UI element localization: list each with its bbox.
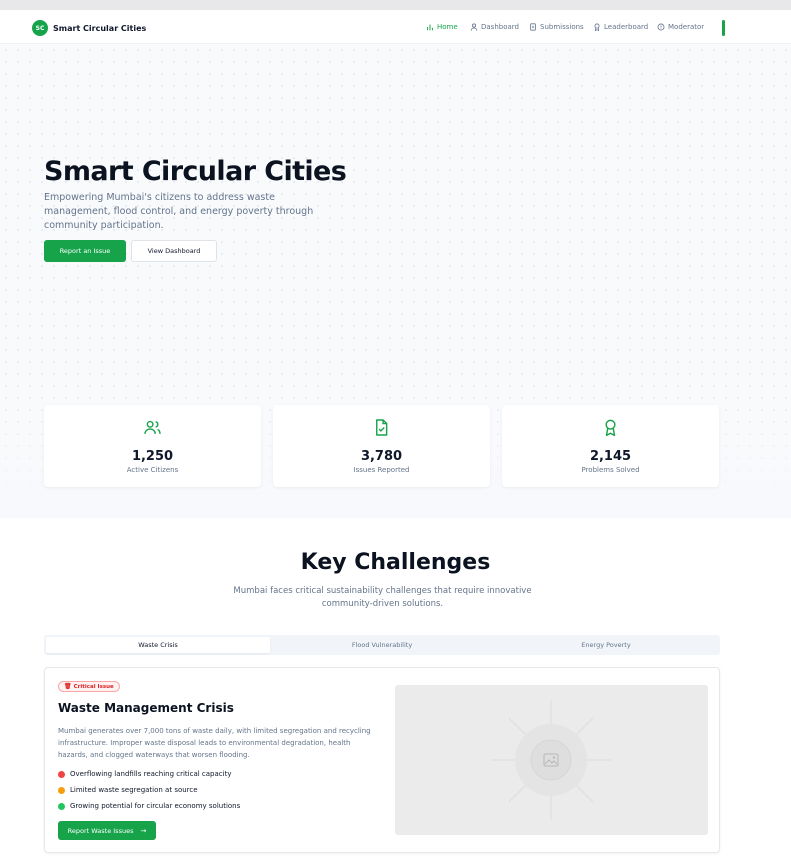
badge-label: Critical Issue xyxy=(73,683,114,690)
critical-issue-badge: 🗑 Critical Issue xyxy=(58,681,120,692)
arrow-right-icon: → xyxy=(140,826,147,835)
nav-item-label: Dashboard xyxy=(481,23,519,31)
stat-value: 2,145 xyxy=(589,449,632,464)
report-issue-button[interactable]: Report an Issue xyxy=(44,240,126,262)
bullet-item: Limited waste segregation at source xyxy=(58,786,198,794)
brand[interactable]: SC Smart Circular Cities xyxy=(32,20,146,36)
button-label: Report Waste Issues xyxy=(67,826,134,835)
nav-item-dashboard[interactable]: Dashboard xyxy=(470,23,519,31)
user-icon xyxy=(470,23,478,31)
bullet-item: Growing potential for circular economy s… xyxy=(58,802,240,810)
stat-card-citizens: 1,250 Active Citizens xyxy=(44,405,261,487)
hero-subtitle: Empowering Mumbai's citizens to address … xyxy=(44,192,314,231)
card-title: Waste Management Crisis xyxy=(58,701,234,715)
navbar: SC Smart Circular Cities Home Dashboard … xyxy=(0,10,791,44)
nav-item-label: Leaderboard xyxy=(604,23,649,31)
bullet-text: Growing potential for circular economy s… xyxy=(70,802,241,810)
users-icon xyxy=(144,420,161,434)
status-dot-red xyxy=(58,770,65,778)
award-icon xyxy=(594,23,600,31)
challenges-title: Key Challenges xyxy=(300,550,491,575)
stat-label: Issues Reported xyxy=(353,466,410,474)
challenge-tabs: Waste Crisis Flood Vulnerability Energy … xyxy=(44,635,720,655)
menu-toggle[interactable] xyxy=(722,20,725,36)
nav-item-home[interactable]: Home xyxy=(426,23,458,31)
shield-icon xyxy=(657,23,665,31)
file-check-icon xyxy=(376,419,388,436)
brand-logo: SC xyxy=(32,20,48,36)
document-icon xyxy=(530,23,536,31)
bullet-text: Overflowing landfills reaching critical … xyxy=(70,770,232,778)
tab-flood-vulnerability[interactable]: Flood Vulnerability xyxy=(270,637,494,653)
image-placeholder-icon xyxy=(491,700,611,820)
stat-label: Active Citizens xyxy=(126,466,179,474)
nav-item-label: Submissions xyxy=(540,23,584,31)
nav-item-moderator[interactable]: Moderator xyxy=(657,23,704,31)
stat-label: Problems Solved xyxy=(581,466,640,474)
nav-item-submissions[interactable]: Submissions xyxy=(529,23,584,31)
stat-card-issues: 3,780 Issues Reported xyxy=(273,405,490,487)
brand-name: Smart Circular Cities xyxy=(53,23,147,33)
nav-item-leaderboard[interactable]: Leaderboard xyxy=(593,23,648,31)
view-dashboard-button[interactable]: View Dashboard xyxy=(131,240,217,262)
stat-value: 1,250 xyxy=(131,449,174,464)
tab-waste-crisis[interactable]: Waste Crisis xyxy=(46,637,270,653)
award-icon xyxy=(605,419,616,437)
status-dot-green xyxy=(58,802,65,810)
bullet-text: Limited waste segregation at source xyxy=(70,786,198,794)
stat-value: 3,780 xyxy=(360,449,403,464)
nav-item-label: Home xyxy=(437,23,458,31)
bullet-item: Overflowing landfills reaching critical … xyxy=(58,770,231,778)
hero-title: Smart Circular Cities xyxy=(44,156,347,187)
challenge-image xyxy=(395,685,708,835)
report-waste-issues-button[interactable]: Report Waste Issues → xyxy=(58,821,156,840)
challenges-subtitle: Mumbai faces critical sustainability cha… xyxy=(233,586,532,609)
bar-chart-icon xyxy=(427,24,433,31)
tab-energy-poverty[interactable]: Energy Poverty xyxy=(494,637,718,653)
trash-icon: 🗑 xyxy=(64,683,72,690)
stat-card-solved: 2,145 Problems Solved xyxy=(502,405,719,487)
card-description: Mumbai generates over 7,000 tons of wast… xyxy=(58,727,371,759)
status-dot-amber xyxy=(58,786,65,794)
browser-top-strip xyxy=(0,0,791,10)
waste-crisis-card: 🗑 Critical Issue Waste Management Crisis… xyxy=(44,667,720,853)
hero-section: Smart Circular Cities Empowering Mumbai'… xyxy=(0,44,791,518)
nav-item-label: Moderator xyxy=(668,23,705,31)
